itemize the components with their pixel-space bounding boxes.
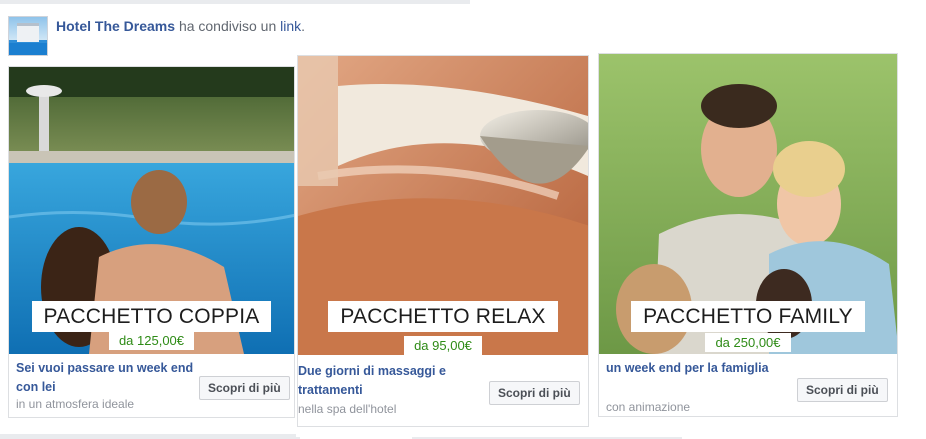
card-description[interactable]: Sei vuoi passare un week end con lei	[16, 359, 196, 397]
carousel-card-coppia[interactable]: PACCHETTO COPPIA da 125,00€ Sei vuoi pas…	[8, 66, 295, 418]
post-header: Hotel The Dreams ha condiviso un link.	[8, 16, 305, 56]
scopri-button[interactable]: Scopri di più	[797, 378, 888, 402]
card-subtitle: nella spa dell'hotel	[298, 402, 397, 416]
card-description[interactable]: Due giorni di massaggi e trattamenti	[298, 362, 478, 400]
card-price: da 125,00€	[108, 331, 195, 350]
top-divider	[0, 0, 470, 4]
card-price: da 250,00€	[705, 333, 791, 352]
shared-link[interactable]: link	[280, 18, 301, 34]
carousel-card-relax[interactable]: PACCHETTO RELAX da 95,00€ Due giorni di …	[297, 55, 589, 427]
page-name-link[interactable]: Hotel The Dreams	[56, 18, 175, 34]
shared-action-text: ha condiviso un	[178, 18, 277, 34]
scopri-button[interactable]: Scopri di più	[489, 381, 580, 405]
card-title: PACCHETTO RELAX	[328, 301, 558, 332]
card-subtitle: con animazione	[606, 400, 691, 414]
carousel-card-family[interactable]: PACCHETTO FAMILY da 250,00€ un week end …	[598, 53, 898, 417]
header-period: .	[301, 18, 306, 34]
card-description[interactable]: un week end per la famiglia	[606, 359, 786, 378]
card-subtitle: in un atmosfera ideale	[16, 397, 135, 411]
card-title: PACCHETTO COPPIA	[31, 301, 272, 332]
post-header-text: Hotel The Dreams ha condiviso un link.	[56, 18, 305, 34]
card-price: da 95,00€	[404, 336, 482, 355]
card-title: PACCHETTO FAMILY	[631, 301, 865, 332]
scopri-button[interactable]: Scopri di più	[199, 376, 290, 400]
page-avatar[interactable]	[8, 16, 48, 56]
